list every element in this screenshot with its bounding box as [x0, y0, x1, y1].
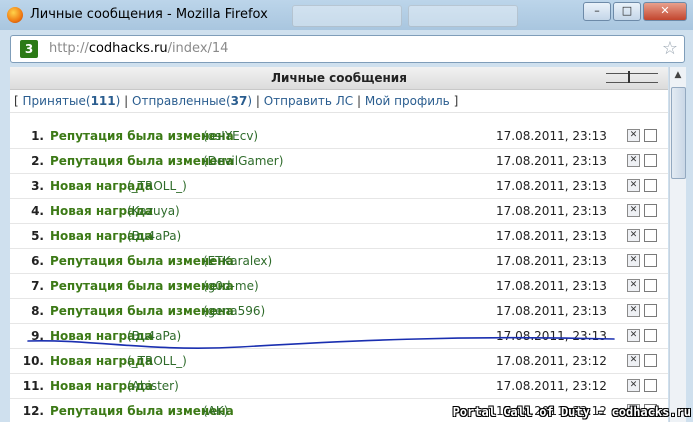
watermark: Portal Call of Duty - codhacks.ru — [452, 405, 691, 419]
hand-drawn-underline — [27, 336, 615, 349]
browser-window: Личные сообщения - Mozilla Firefox – □ ✕… — [0, 0, 693, 422]
